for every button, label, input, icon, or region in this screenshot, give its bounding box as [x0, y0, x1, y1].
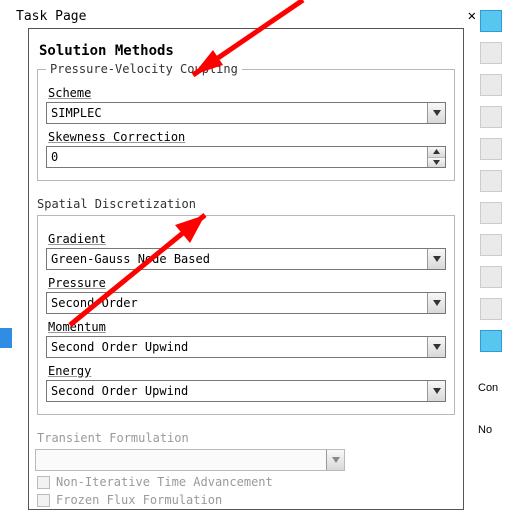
- gradient-select[interactable]: Green-Gauss Node Based: [46, 248, 446, 270]
- toolbar-icon[interactable]: [480, 170, 502, 192]
- chevron-down-icon[interactable]: [427, 293, 445, 313]
- nita-checkbox-label: Non-Iterative Time Advancement: [56, 475, 273, 489]
- scheme-select[interactable]: SIMPLEC: [46, 102, 446, 124]
- chevron-down-icon[interactable]: [427, 249, 445, 269]
- pressure-select[interactable]: Second Order: [46, 292, 446, 314]
- transient-select: [35, 449, 345, 471]
- task-page-title: Task Page: [16, 9, 86, 24]
- scheme-value: SIMPLEC: [47, 103, 427, 123]
- chevron-down-icon[interactable]: [427, 337, 445, 357]
- momentum-value: Second Order Upwind: [47, 337, 427, 357]
- skewness-spin[interactable]: 0: [46, 146, 446, 168]
- gradient-value: Green-Gauss Node Based: [47, 249, 427, 269]
- toolbar-icon[interactable]: [480, 138, 502, 160]
- scheme-label: Scheme: [48, 86, 446, 100]
- right-label-no: No: [476, 424, 506, 436]
- chevron-down-icon[interactable]: [427, 381, 445, 401]
- nita-checkbox: [37, 476, 50, 489]
- toolbar-icon[interactable]: [480, 234, 502, 256]
- spatial-group: Gradient Green-Gauss Node Based Pressure…: [37, 215, 455, 415]
- pressure-value: Second Order: [47, 293, 427, 313]
- close-icon[interactable]: ✕: [468, 8, 476, 24]
- spin-down-icon[interactable]: [428, 158, 445, 168]
- left-gutter: [0, 0, 12, 511]
- toolbar-icon[interactable]: [480, 202, 502, 224]
- chevron-down-icon: [326, 450, 344, 470]
- panel-heading: Solution Methods: [39, 43, 453, 59]
- selected-tree-node[interactable]: [0, 328, 12, 348]
- toolbar-icon[interactable]: [480, 10, 502, 32]
- skewness-label: Skewness Correction: [48, 130, 446, 144]
- toolbar-icon[interactable]: [480, 42, 502, 64]
- skewness-value: 0: [47, 147, 427, 167]
- energy-label: Energy: [48, 364, 446, 378]
- momentum-select[interactable]: Second Order Upwind: [46, 336, 446, 358]
- toolbar-icon[interactable]: [480, 106, 502, 128]
- gradient-label: Gradient: [48, 232, 446, 246]
- right-toolbar: Con No: [476, 0, 506, 511]
- toolbar-icon[interactable]: [480, 266, 502, 288]
- spatial-disc-heading: Spatial Discretization: [37, 197, 455, 211]
- transient-label: Transient Formulation: [37, 431, 455, 445]
- right-label-con: Con: [476, 382, 506, 394]
- spin-up-icon[interactable]: [428, 147, 445, 158]
- energy-value: Second Order Upwind: [47, 381, 427, 401]
- chevron-down-icon[interactable]: [427, 103, 445, 123]
- solution-methods-panel: Solution Methods Pressure-Velocity Coupl…: [28, 28, 464, 510]
- toolbar-icon[interactable]: [480, 330, 502, 352]
- energy-select[interactable]: Second Order Upwind: [46, 380, 446, 402]
- pressure-label: Pressure: [48, 276, 446, 290]
- frozen-flux-checkbox: [37, 494, 50, 507]
- toolbar-icon[interactable]: [480, 74, 502, 96]
- pvc-group-label: Pressure-Velocity Coupling: [46, 62, 242, 76]
- frozen-flux-checkbox-label: Frozen Flux Formulation: [56, 493, 222, 507]
- toolbar-icon[interactable]: [480, 298, 502, 320]
- momentum-label: Momentum: [48, 320, 446, 334]
- pvc-group: Pressure-Velocity Coupling Scheme SIMPLE…: [37, 69, 455, 181]
- transient-value: [36, 450, 326, 470]
